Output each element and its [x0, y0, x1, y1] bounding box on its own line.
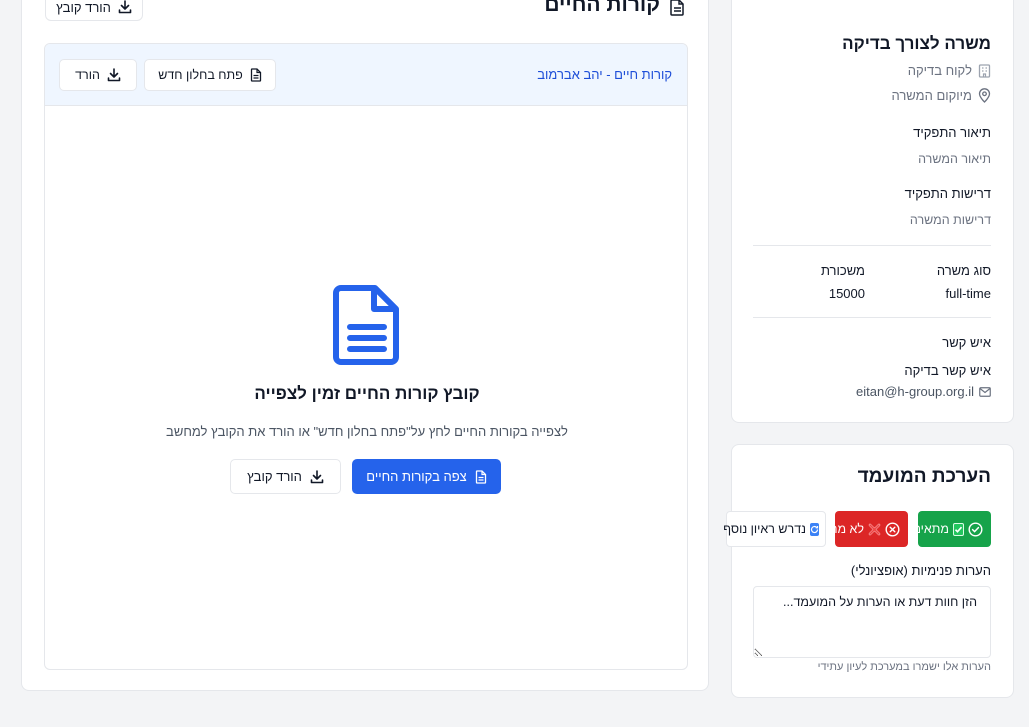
top-download-label: הורד קובץ — [56, 0, 111, 15]
client-name: לקוח בדיקה — [907, 63, 972, 78]
job-type-value: full-time — [945, 286, 991, 301]
download-file-label: הורד קובץ — [247, 469, 302, 484]
check-mark-icon — [953, 522, 964, 536]
not-suitable-button[interactable]: לא מתאים — [810, 511, 908, 547]
red-x-icon — [868, 523, 881, 536]
suitable-button[interactable]: מתאים — [912, 511, 991, 547]
cv-view-instructions: לצפייה בקורות החיים לחץ על"פתח בחלון חדש… — [166, 424, 568, 439]
view-cv-label: צפה בקורות החיים — [366, 469, 467, 484]
check-circle-icon — [968, 521, 983, 537]
job-description-value: תיאור המשרה — [918, 152, 991, 166]
client-row: לקוח בדיקה — [908, 63, 991, 78]
job-requirements-label: דרישות התפקיד — [904, 186, 991, 201]
internal-notes-label: הערות פנימיות (אופציונלי) — [850, 563, 991, 578]
job-requirements-value: דרישות המשרה — [909, 213, 991, 227]
view-cv-button[interactable]: צפה בקורות החיים — [352, 459, 501, 494]
divider — [753, 317, 991, 318]
cv-file-name: קורות חיים - יהב אברמוב — [537, 67, 672, 82]
job-location: מיוקום המשרה — [891, 88, 973, 103]
cv-section-title: קורות החיים — [544, 0, 660, 16]
document-icon — [670, 0, 685, 16]
divider — [753, 245, 991, 246]
refresh-icon — [810, 522, 819, 536]
internal-notes-textarea[interactable] — [753, 586, 991, 658]
cv-viewer: קורות חיים - יהב אברמוב פתח בחלון חדש הו… — [44, 43, 688, 670]
salary-label: משכורת — [820, 263, 865, 278]
contact-email-row[interactable]: eitan@h-group.org.il — [856, 384, 991, 399]
job-type-label: סוג משרה — [936, 263, 991, 278]
evaluation-title: הערכת המועמד — [857, 466, 991, 487]
salary-value: 15000 — [828, 286, 865, 301]
cv-panel: קורות החיים הורד קובץ קורות חיים - יהב א… — [21, 0, 709, 691]
mail-icon — [979, 386, 991, 397]
open-new-window-label: פתח בחלון חדש — [158, 68, 243, 82]
cv-viewer-header: קורות חיים - יהב אברמוב פתח בחלון חדש הו… — [45, 44, 687, 106]
contact-name: איש קשר בדיקה — [904, 363, 991, 378]
job-description-label: תיאור התפקיד — [913, 125, 991, 140]
download-icon — [118, 0, 132, 14]
top-download-file-button[interactable]: הורד קובץ — [45, 0, 143, 21]
contact-email: eitan@h-group.org.il — [856, 384, 974, 399]
download-icon — [107, 68, 121, 82]
x-circle-icon — [885, 521, 900, 537]
job-title: משרה לצורך בדיקה — [842, 34, 991, 53]
viewer-download-button[interactable]: הורד — [59, 59, 137, 91]
cv-ready-title: קובץ קורות החיים זמין לצפייה — [254, 384, 480, 403]
document-icon — [333, 285, 401, 365]
document-icon — [250, 68, 262, 82]
building-icon — [978, 63, 991, 78]
candidate-evaluation-panel: הערכת המועמד מתאים לא מתאים נדרש ראיון נ… — [723, 444, 1014, 698]
contact-label: איש קשר — [942, 335, 991, 350]
internal-notes-hint: הערות אלו ישמרו במערכת לעיון עתידי — [817, 661, 991, 673]
location-row: מיוקום המשרה — [892, 88, 992, 103]
viewer-download-label: הורד — [75, 68, 100, 82]
download-icon — [310, 469, 324, 484]
job-details-panel: משרה לצורך בדיקה לקוח בדיקה מיוקום המשרה… — [731, 0, 1014, 423]
suitable-label: מתאים — [912, 522, 949, 536]
document-icon — [475, 469, 487, 484]
additional-interview-label: נדרש ראיון נוסף — [723, 522, 806, 536]
open-in-new-window-button[interactable]: פתח בחלון חדש — [144, 59, 276, 91]
additional-interview-button[interactable]: נדרש ראיון נוסף — [723, 511, 826, 547]
download-file-button[interactable]: הורד קובץ — [230, 459, 341, 494]
map-pin-icon — [978, 88, 991, 103]
